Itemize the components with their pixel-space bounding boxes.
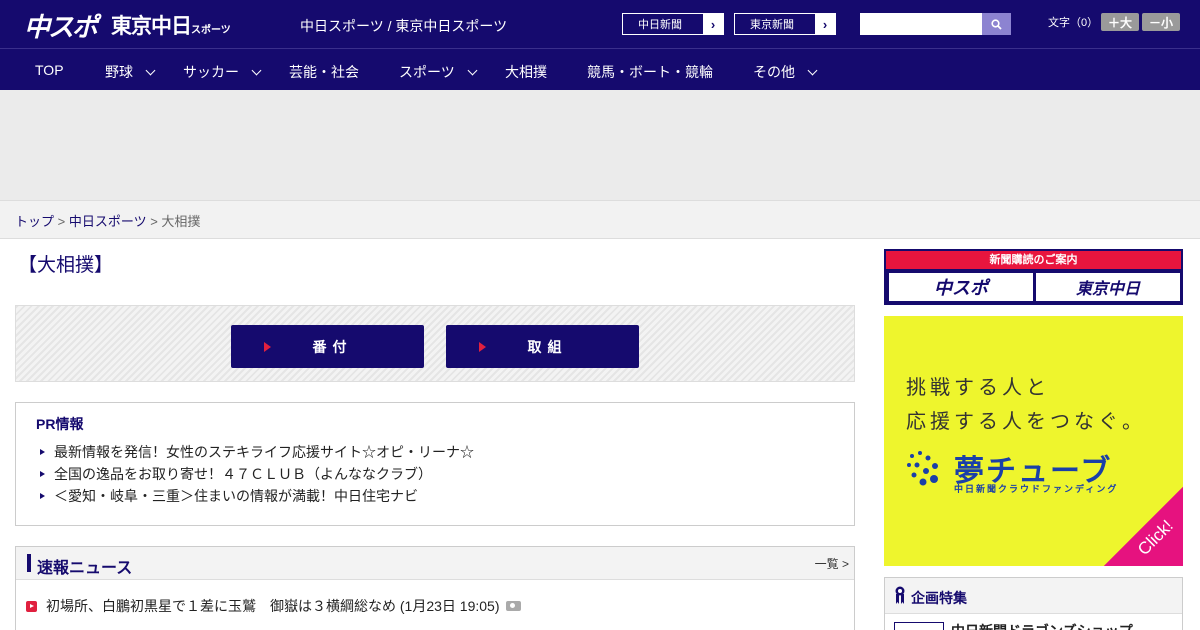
nav-label: その他 (753, 64, 795, 80)
chunichi-shimbun-link[interactable]: 中日新聞 › (622, 13, 724, 35)
breadcrumb: トップ > 中日スポーツ > 大相撲 (0, 200, 1200, 239)
pr-title: PR情報 (36, 416, 84, 432)
search-icon (991, 18, 1002, 30)
yume-tube-ad[interactable]: 挑戦する人と 応援する人をつなぐ。 夢チューブ 中日新聞クラウドファンディング … (884, 316, 1183, 566)
page-title: 【大相撲】 (18, 255, 114, 276)
feature-header: 企画特集 (885, 578, 1182, 614)
search-button[interactable] (982, 13, 1011, 35)
bullet-arrow-icon (40, 449, 45, 455)
subscription-title: 新聞購読のご案内 (886, 251, 1181, 269)
nav-label: 野球 (105, 64, 133, 80)
nav-item-top[interactable]: TOP (35, 62, 64, 78)
tokyo-chunichi-logo[interactable]: 東京中日スポーツ (111, 10, 231, 40)
tokyo-logo-main: 東京中日 (111, 14, 192, 38)
yume-tube-subtitle: 中日新聞クラウドファンディング (954, 485, 1119, 495)
tokyo-logo-sub: スポーツ (191, 25, 231, 36)
search-input[interactable] (860, 13, 982, 35)
feature-thumbnail[interactable] (894, 622, 944, 630)
breadcrumb-section-link[interactable]: 中日スポーツ (69, 214, 147, 229)
chevron-down-icon (467, 65, 478, 75)
nav-item-baseball[interactable]: 野球 (105, 62, 156, 82)
nav-item-other[interactable]: その他 (753, 62, 818, 82)
subscribe-chuspo-button[interactable]: 中スポ (889, 273, 1033, 301)
breadcrumb-current: 大相撲 (161, 214, 201, 229)
tokyo-shimbun-label: 東京新聞 (750, 19, 794, 31)
pr-link-text: ＜愛知・岐阜・三重＞住まいの情報が満載！中日住宅ナビ (54, 488, 418, 504)
chunichi-shimbun-label: 中日新聞 (638, 19, 682, 31)
news-title: 速報ニュース (37, 560, 133, 577)
banzuke-button[interactable]: 番付 (231, 325, 424, 368)
play-arrow-icon (264, 341, 271, 352)
feature-title: 企画特集 (911, 590, 967, 606)
banzuke-label: 番付 (312, 339, 353, 356)
site-title: 中日スポーツ / 東京中日スポーツ (300, 18, 508, 34)
ad-headline-1: 挑戦する人と (906, 375, 1050, 399)
font-size-decrease-button[interactable]: －小 (1142, 13, 1180, 31)
breadcrumb-home-link[interactable]: トップ (15, 214, 54, 229)
camera-icon (505, 601, 521, 611)
play-arrow-icon (479, 341, 486, 352)
play-badge-icon (26, 600, 37, 612)
nav-label: 芸能・社会 (289, 64, 359, 80)
bullet-arrow-icon (40, 471, 45, 477)
nav-label: TOP (35, 62, 64, 78)
nav-label: スポーツ (399, 64, 455, 80)
tokyo-shimbun-link[interactable]: 東京新聞 › (734, 13, 836, 35)
breadcrumb-separator: > (146, 214, 162, 229)
news-header: 速報ニュース 一覧 > (16, 547, 854, 580)
news-more-link[interactable]: 一覧 > (815, 555, 849, 572)
main-nav: TOP 野球 サッカー 芸能・社会 スポーツ 大相撲 競馬・ボート・競輪 その他 (0, 48, 1200, 90)
subscribe-tokyo-button[interactable]: 東京中日 (1036, 273, 1180, 301)
chevron-right-icon: › (815, 14, 835, 34)
news-title-bar (27, 554, 31, 572)
site-header: 中スポ 東京中日スポーツ 中日スポーツ / 東京中日スポーツ 中日新聞 › 東京… (0, 0, 1200, 48)
chevron-down-icon (807, 65, 818, 75)
font-size-label: 文字（0） (1048, 17, 1099, 29)
nav-item-sumo[interactable]: 大相撲 (505, 62, 547, 82)
sumo-menu-panel: 番付 取組 (15, 305, 855, 382)
news-item-text: 初場所、白鵬初黒星で１差に玉鷲 御嶽は３横綱総なめ (1月23日 19:05) (46, 598, 500, 614)
ribbon-icon (895, 586, 905, 604)
pr-link[interactable]: ＜愛知・岐阜・三重＞住まいの情報が満載！中日住宅ナビ (40, 485, 474, 507)
pr-link-text: 最新情報を発信！女性のステキライフ応援サイト☆オピ・リーナ☆ (54, 444, 474, 460)
font-size-increase-button[interactable]: ＋大 (1101, 13, 1139, 31)
feature-item-link[interactable]: 中日新聞ドラゴンズショップ (951, 621, 1133, 630)
chevron-down-icon (251, 65, 262, 75)
nav-item-racing[interactable]: 競馬・ボート・競輪 (587, 62, 713, 82)
pr-link-text: 全国の逸品をお取り寄せ！４７ＣＬＵＢ（よんななクラブ） (54, 466, 432, 482)
pr-link[interactable]: 全国の逸品をお取り寄せ！４７ＣＬＵＢ（よんななクラブ） (40, 463, 474, 485)
news-item[interactable]: 初場所、白鵬初黒星で１差に玉鷲 御嶽は３横綱総なめ (1月23日 19:05) (26, 596, 521, 616)
pr-link[interactable]: 最新情報を発信！女性のステキライフ応援サイト☆オピ・リーナ☆ (40, 441, 474, 463)
nav-label: 大相撲 (505, 64, 547, 80)
yume-tube-dots-icon (907, 451, 938, 486)
chuspo-logo[interactable]: 中スポ (24, 7, 98, 44)
torikumi-label: 取組 (527, 339, 568, 356)
torikumi-button[interactable]: 取組 (446, 325, 639, 368)
pr-info-box: PR情報 最新情報を発信！女性のステキライフ応援サイト☆オピ・リーナ☆ 全国の逸… (15, 402, 855, 526)
ad-headline-2: 応援する人をつなぐ。 (906, 409, 1146, 433)
nav-label: 競馬・ボート・競輪 (587, 64, 713, 80)
chevron-right-icon: › (703, 14, 723, 34)
ad-banner-area (0, 90, 1200, 200)
feature-box: 企画特集 中日新聞ドラゴンズショップ (884, 577, 1183, 630)
nav-item-entertainment[interactable]: 芸能・社会 (289, 62, 359, 82)
subscription-banner[interactable]: 新聞購読のご案内 中スポ 東京中日 (884, 249, 1183, 305)
chevron-down-icon (145, 65, 156, 75)
bullet-arrow-icon (40, 493, 45, 499)
breadcrumb-separator: > (54, 214, 69, 229)
nav-item-soccer[interactable]: サッカー (183, 62, 262, 82)
nav-item-sports[interactable]: スポーツ (399, 62, 478, 82)
nav-label: サッカー (183, 64, 239, 80)
breaking-news-box: 速報ニュース 一覧 > 初場所、白鵬初黒星で１差に玉鷲 御嶽は３横綱総なめ (1… (15, 546, 855, 630)
pr-list: 最新情報を発信！女性のステキライフ応援サイト☆オピ・リーナ☆ 全国の逸品をお取り… (40, 441, 474, 507)
